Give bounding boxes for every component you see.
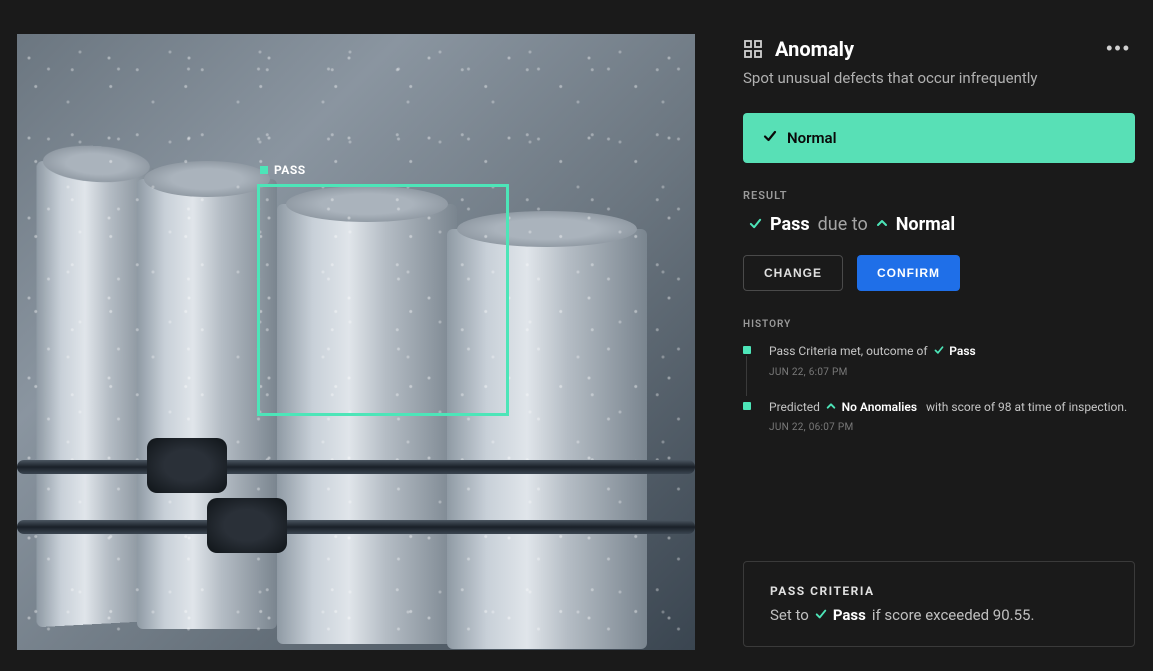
confirm-button[interactable]: CONFIRM	[857, 255, 960, 291]
panel-subtitle: Spot unusual defects that occur infreque…	[743, 69, 1135, 87]
change-button[interactable]: CHANGE	[743, 255, 843, 291]
result-section-label: RESULT	[743, 189, 1135, 202]
history-suffix: with score of 98 at time of inspection.	[926, 400, 1127, 414]
status-label: Normal	[787, 129, 836, 147]
history-prefix: Pass Criteria met, outcome of	[769, 344, 928, 358]
history-badge: No Anomalies	[842, 400, 917, 414]
more-menu-button[interactable]: •••	[1102, 34, 1135, 63]
timeline-line	[746, 356, 747, 396]
inspection-image[interactable]: PASS	[17, 34, 695, 650]
criteria-suffix: if score exceeded 90.55.	[872, 606, 1035, 624]
check-icon	[815, 606, 827, 624]
image-content	[17, 34, 695, 650]
history-section: HISTORY Pass Criteria met, outcome of Pa…	[743, 319, 1135, 435]
result-verdict: Pass	[770, 214, 810, 235]
history-badge: Pass	[949, 344, 975, 358]
more-icon: •••	[1106, 38, 1131, 58]
panel-header: Anomaly •••	[743, 34, 1135, 63]
result-connector: due to	[818, 214, 868, 235]
check-icon	[763, 129, 777, 147]
action-row: CHANGE CONFIRM	[743, 255, 1135, 291]
criteria-verdict: Pass	[833, 606, 866, 624]
result-line: Pass due to Normal	[743, 214, 1135, 235]
history-prefix: Predicted	[769, 400, 820, 414]
caret-up-icon	[826, 401, 839, 414]
pass-criteria-card: PASS CRITERIA Set to Pass if score excee…	[743, 561, 1135, 647]
status-banner: Normal	[743, 113, 1135, 163]
result-reason: Normal	[896, 214, 955, 235]
history-timestamp: JUN 22, 06:07 PM	[769, 420, 1135, 435]
check-icon	[749, 214, 762, 235]
criteria-prefix: Set to	[770, 606, 809, 624]
pass-criteria-label: PASS CRITERIA	[770, 584, 1108, 598]
side-panel: Anomaly ••• Spot unusual defects that oc…	[695, 2, 1153, 669]
pass-criteria-text: Set to Pass if score exceeded 90.55.	[770, 606, 1108, 624]
panel-title: Anomaly	[775, 37, 1090, 61]
caret-up-icon	[876, 217, 888, 233]
timeline-dot-icon	[743, 402, 751, 410]
history-item: Predicted No Anomalies with score of 98 …	[743, 398, 1135, 436]
timeline-dot-icon	[743, 346, 751, 354]
anomaly-grid-icon	[743, 39, 763, 59]
history-timestamp: JUN 22, 6:07 PM	[769, 365, 1135, 380]
history-section-label: HISTORY	[743, 319, 1135, 330]
history-item: Pass Criteria met, outcome of Pass JUN 2…	[743, 342, 1135, 380]
check-icon	[934, 345, 947, 358]
